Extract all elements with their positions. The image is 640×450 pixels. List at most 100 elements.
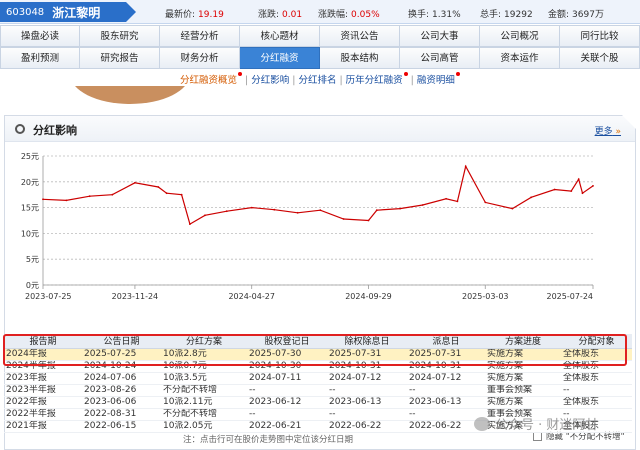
table-row[interactable]: 2024年报 2025-07-25 10派2.8元 2025-07-30 2025-07… [4,348,632,361]
tab-tabs_row2-1[interactable]: 研究报告 [80,47,160,69]
tab-tabs_row1-1[interactable]: 股东研究 [80,25,160,47]
table-cell: 2023-06-12 [247,396,327,409]
quote-item: 金额: 3697万 [548,7,604,20]
price-point [42,198,44,201]
column-header[interactable]: 分红方案 [161,334,247,349]
quote-item: 最新价: 19.19 [165,7,224,20]
table-header-row: 报告期 公告日期 分红方案 股权登记日 除权除息日 派息日 方案进度 分配对象 [4,334,632,349]
tab-tabs_row2-2[interactable]: 财务分析 [160,47,240,69]
quote-label: 换手: [408,10,430,20]
stock-code: 603048 [6,6,45,18]
table-cell: 2022-06-15 [82,420,161,433]
table-cell: 2023-06-13 [327,396,407,409]
tab-tabs_row2-3[interactable]: 分红融资 [240,47,320,69]
tab-tabs_row2-0[interactable]: 盈利预测 [0,47,80,69]
subnav-link[interactable]: 分红排名 [298,75,336,86]
tab-tabs_row1-3[interactable]: 核心题材 [240,25,320,47]
column-header[interactable]: 公告日期 [82,334,161,349]
price-point [319,209,322,212]
stock-name: 浙江黎明 [52,5,101,20]
tab-tabs_row2-7[interactable]: 关联个股 [560,47,640,69]
price-point [204,214,206,217]
subnav-separator: | [245,75,249,86]
x-tick-label: 2024-04-27 [228,292,275,301]
quote-item: 涨跌幅: 0.05% [318,7,380,20]
table-cell: 10派2.05元 [161,420,247,433]
table-cell: 2023-08-26 [82,384,161,397]
y-tick-label: 20元 [21,178,39,187]
x-tick-label: 2023-11-24 [112,292,159,301]
price-point [570,190,573,192]
column-header[interactable]: 除权除息日 [327,334,407,349]
panel-header: 分红影响 更多 [5,115,636,142]
tab-tabs_row1-2[interactable]: 经营分析 [160,25,240,47]
tab-tabs_row1-6[interactable]: 公司概况 [480,25,560,47]
table-row[interactable]: 2022年报 2023-06-06 10派2.11元 2023-06-12 2023-0… [4,396,632,409]
panel-circle-icon [15,124,25,134]
price-point [581,192,584,195]
subnav-link[interactable]: 历年分红融资 [346,75,403,86]
more-link[interactable]: 更多 [595,124,621,137]
table-cell: 10派2.8元 [161,348,247,361]
table-cell: 实施方案 [485,372,561,385]
table-cell: 2024-10-31 [327,360,407,373]
price-point [511,207,514,210]
subnav-link[interactable]: 分红影响 [251,75,289,86]
wechat-icon [474,416,490,431]
new-dot-icon [403,72,408,76]
price-point [273,208,276,211]
table-cell: -- [247,384,327,397]
table-cell: -- [407,384,485,397]
table-row[interactable]: 2023半年报 2023-08-26 不分配不转增 -- -- -- 董事会预案 -- [4,384,632,397]
table-cell: 10派2.11元 [161,396,247,409]
tab-tabs_row1-4[interactable]: 资讯公告 [320,25,400,47]
column-header[interactable]: 分配对象 [561,334,632,349]
table-row[interactable]: 2023年报 2024-07-06 10派3.5元 2024-07-11 2024-07… [4,372,632,385]
price-point [553,188,556,191]
y-tick-label: 0元 [26,281,39,290]
price-point [165,192,168,195]
table-cell: 2022-08-31 [82,408,161,421]
price-point [577,178,580,181]
tab-tabs_row2-6[interactable]: 资本运作 [480,47,560,69]
price-point [445,197,447,200]
stock-tag[interactable]: 603048 浙江黎明 [0,2,136,22]
subnav-link[interactable]: 融资明细 [417,75,455,86]
column-header[interactable]: 方案进度 [485,334,561,349]
tab-tabs_row1-5[interactable]: 公司大事 [400,25,480,47]
column-header[interactable]: 股权登记日 [247,334,327,349]
tab-tabs_row2-5[interactable]: 公司高管 [400,47,480,69]
quote-label: 金额: [548,10,570,20]
tab-tabs_row1-0[interactable]: 操盘必读 [0,25,80,47]
table-cell: 董事会预案 [485,384,561,397]
price-point [88,195,91,198]
table-cell: 不分配不转增 [161,384,247,397]
quote-item: 总手: 19292 [480,7,533,20]
table-cell: 2022年报 [4,396,82,409]
quote-label: 最新价: [165,10,196,20]
table-cell: 2024-10-30 [247,360,327,373]
column-header[interactable]: 派息日 [407,334,485,349]
price-point [456,200,459,203]
price-line-chart[interactable]: 0元 5元 10元 15元 20元 25元 2023-07-25 2023-11-24 2024… [5,144,635,324]
x-tick-label: 2025-07-24 [547,292,594,301]
table-cell: 实施方案 [485,396,561,409]
column-header[interactable]: 报告期 [4,334,82,349]
price-point [421,204,424,206]
new-dot-icon [238,72,243,76]
quote-value: 19292 [504,10,533,20]
new-dot-icon [455,72,460,76]
tab-tabs_row2-4[interactable]: 股本结构 [320,47,400,69]
subnav-link[interactable]: 分红融资概览 [180,75,237,86]
price-point [464,165,467,168]
quote-value: 3697万 [572,10,604,20]
x-tick-label: 2025-03-03 [462,292,509,301]
tab-tabs_row1-7[interactable]: 同行比较 [560,25,640,47]
table-cell: 2025-07-30 [247,348,327,361]
table-row[interactable]: 2024半年报 2024-10-24 10派0.7元 2024-10-30 2024-1… [4,360,632,373]
quote-value: 19.19 [198,10,224,20]
price-point [180,193,183,196]
table-cell: 2024-10-31 [407,360,485,373]
watermark-text: 公众号 · 财迷阿甘 [495,418,599,433]
table-cell: 2025-07-31 [407,348,485,361]
